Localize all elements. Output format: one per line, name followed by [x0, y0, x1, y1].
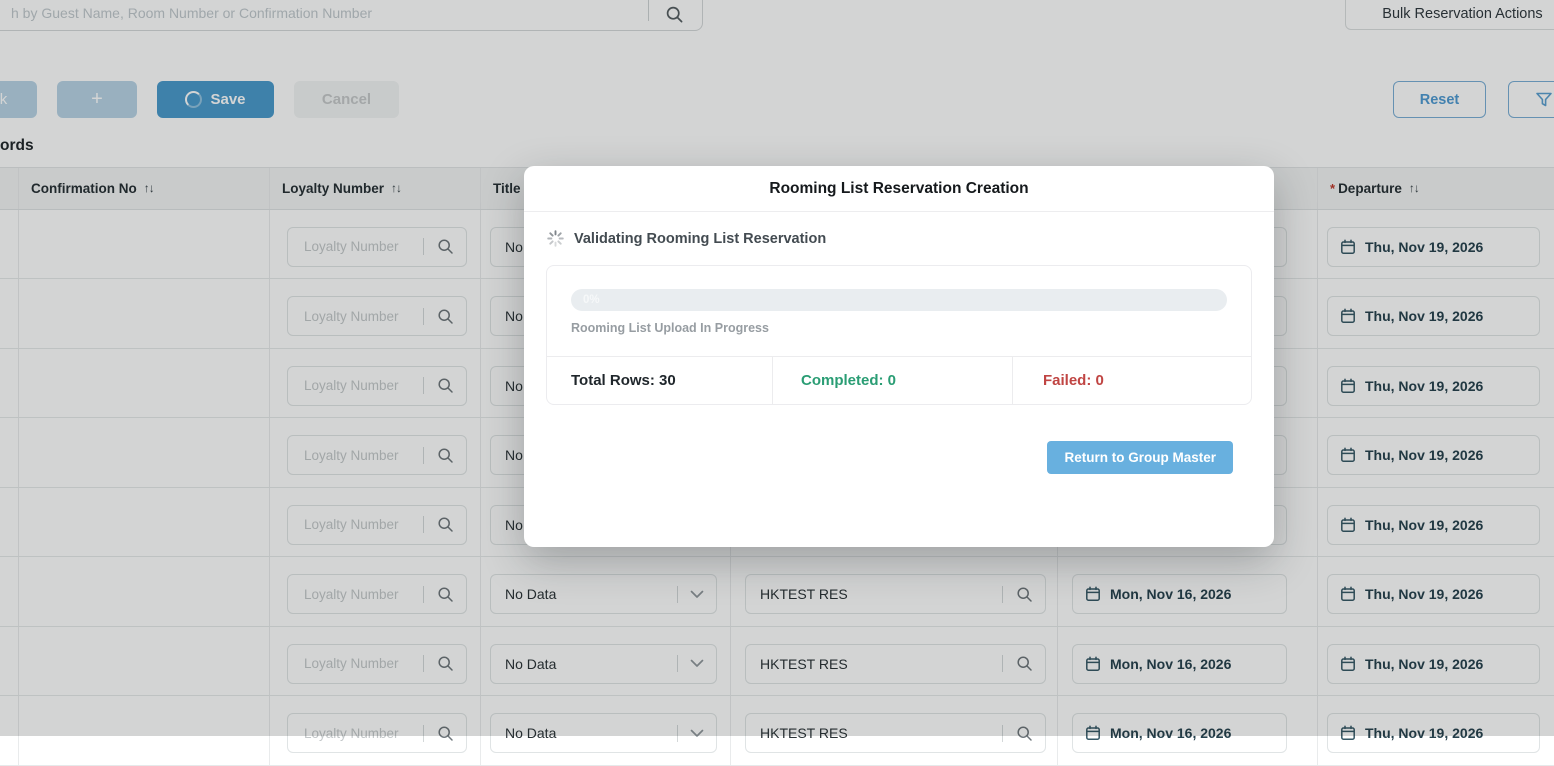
validating-status-text: Validating Rooming List Reservation	[574, 231, 826, 247]
progress-caption: Rooming List Upload In Progress	[571, 321, 1227, 335]
progress-percent-label: 0%	[583, 294, 600, 306]
total-rows-stat: Total Rows: 30	[547, 357, 773, 404]
failed-stat: Failed: 0	[1013, 357, 1251, 404]
progress-bar: 0%	[571, 289, 1227, 311]
return-to-group-master-button[interactable]: Return to Group Master	[1047, 441, 1233, 474]
loading-spinner-icon	[547, 230, 564, 247]
validation-status-row: Validating Rooming List Reservation	[547, 230, 826, 247]
progress-stats-row: Total Rows: 30 Completed: 0 Failed: 0	[547, 356, 1251, 404]
modal-title: Rooming List Reservation Creation	[524, 166, 1274, 212]
progress-card: 0% Rooming List Upload In Progress Total…	[546, 265, 1252, 405]
rooming-list-creation-modal: Rooming List Reservation Creation Valida…	[524, 166, 1274, 547]
completed-stat: Completed: 0	[773, 357, 1013, 404]
